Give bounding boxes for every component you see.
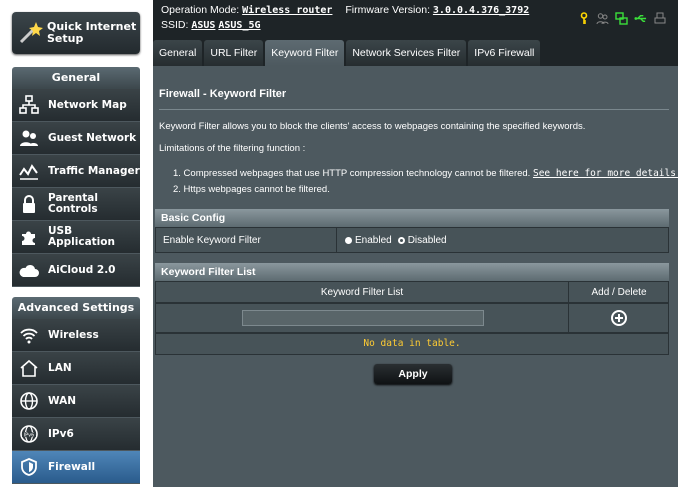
cell-divider bbox=[336, 228, 337, 252]
tab-keyword-filter[interactable]: Keyword Filter bbox=[265, 40, 345, 66]
traffic-manager-icon bbox=[18, 160, 40, 182]
menu-label: USB Application bbox=[48, 225, 115, 248]
operation-mode-line: Operation Mode: Wireless router Firmware… bbox=[161, 4, 529, 16]
magic-wand-icon bbox=[17, 19, 43, 47]
ssid-label: SSID: bbox=[161, 19, 189, 31]
menu-label: IPv6 bbox=[48, 427, 74, 440]
globe-icon bbox=[18, 390, 40, 412]
intro-text: Keyword Filter allows you to block the c… bbox=[159, 121, 586, 132]
menu-item-guest-network[interactable]: Guest Network bbox=[12, 122, 140, 155]
advanced-settings-header: Advanced Settings bbox=[12, 297, 140, 319]
keyword-filter-list-header: Keyword Filter List bbox=[155, 263, 669, 281]
menu-label: LAN bbox=[48, 361, 72, 374]
note-1-text: 1. Compressed webpages that use HTTP com… bbox=[173, 168, 531, 179]
tab-network-services-filter[interactable]: Network Services Filter bbox=[346, 40, 467, 66]
basic-config-header: Basic Config bbox=[155, 209, 669, 227]
radio-selected-icon bbox=[345, 236, 352, 244]
key-icon[interactable] bbox=[577, 12, 590, 25]
disabled-label: Disabled bbox=[407, 234, 447, 246]
ssid-2g-link[interactable]: ASUS bbox=[191, 20, 215, 31]
add-keyword-button[interactable] bbox=[611, 310, 627, 326]
enabled-radio[interactable]: Enabled bbox=[345, 235, 392, 246]
keyword-input[interactable] bbox=[242, 310, 484, 326]
menu-item-parental-controls[interactable]: Parental Controls bbox=[12, 188, 140, 221]
menu-label: Network Map bbox=[48, 98, 127, 111]
enable-keyword-filter-label: Enable Keyword Filter bbox=[163, 234, 261, 246]
content-panel: Firewall - Keyword Filter Keyword Filter… bbox=[153, 66, 678, 487]
enable-keyword-filter-row: Enable Keyword Filter Enabled Disabled bbox=[155, 227, 669, 253]
menu-item-aicloud[interactable]: AiCloud 2.0 bbox=[12, 254, 140, 287]
no-data-message: No data in table. bbox=[155, 333, 669, 355]
note-2: 2. Https webpages cannot be filtered. bbox=[173, 184, 330, 195]
menu-item-usb-application[interactable]: USB Application bbox=[12, 221, 140, 254]
tab-bar: General URL Filter Keyword Filter Networ… bbox=[153, 40, 678, 66]
menu-label: AiCloud 2.0 bbox=[48, 263, 116, 276]
menu-label: WAN bbox=[48, 394, 77, 407]
tab-general[interactable]: General bbox=[153, 40, 203, 66]
divider bbox=[159, 109, 669, 110]
tab-url-filter[interactable]: URL Filter bbox=[204, 40, 264, 66]
menu-label: Firewall bbox=[48, 460, 96, 473]
svg-text:IPv6: IPv6 bbox=[24, 433, 35, 439]
quick-internet-setup-button[interactable]: Quick Internet Setup bbox=[12, 12, 140, 54]
menu-label: Guest Network bbox=[48, 131, 137, 144]
list-column-headers: Keyword Filter List Add / Delete bbox=[155, 281, 669, 303]
column-keyword-filter-list: Keyword Filter List bbox=[320, 286, 404, 298]
menu-label: Wireless bbox=[48, 328, 99, 341]
clients-icon[interactable] bbox=[596, 12, 609, 25]
keyword-input-row bbox=[155, 303, 669, 333]
tab-ipv6-firewall[interactable]: IPv6 Firewall bbox=[468, 40, 541, 66]
shield-icon bbox=[18, 456, 40, 478]
menu-item-firewall[interactable]: Firewall bbox=[12, 451, 140, 484]
menu-label: Parental Controls bbox=[48, 192, 98, 215]
sidebar: Quick Internet Setup General Network Map… bbox=[0, 0, 153, 487]
internet-status-icon[interactable] bbox=[615, 12, 628, 25]
enabled-label: Enabled bbox=[355, 234, 392, 246]
puzzle-icon bbox=[18, 226, 40, 248]
menu-item-network-map[interactable]: Network Map bbox=[12, 89, 140, 122]
cell-divider bbox=[568, 304, 569, 332]
top-status-bar: Operation Mode: Wireless router Firmware… bbox=[153, 0, 678, 40]
menu-item-traffic-manager[interactable]: Traffic Manager bbox=[12, 155, 140, 188]
column-add-delete: Add / Delete bbox=[591, 286, 647, 298]
guest-network-icon bbox=[18, 127, 40, 149]
more-details-link[interactable]: See here for more details. bbox=[533, 168, 678, 179]
menu-item-lan[interactable]: LAN bbox=[12, 352, 140, 385]
home-icon bbox=[18, 357, 40, 379]
operation-mode-label: Operation Mode: bbox=[161, 4, 240, 16]
wifi-icon bbox=[18, 324, 40, 346]
radio-unselected-icon bbox=[397, 236, 405, 244]
disabled-radio[interactable]: Disabled bbox=[397, 234, 447, 246]
general-section-header: General bbox=[12, 67, 140, 89]
menu-item-ipv6[interactable]: IPv6 IPv6 bbox=[12, 418, 140, 451]
firmware-label: Firmware Version: bbox=[345, 4, 430, 16]
status-icons bbox=[577, 12, 666, 25]
ssid-line: SSID: ASUS ASUS_5G bbox=[161, 19, 261, 31]
enable-radio-group: Enabled Disabled bbox=[345, 228, 447, 252]
ipv6-globe-icon: IPv6 bbox=[18, 423, 40, 445]
usb-icon[interactable] bbox=[634, 12, 647, 25]
menu-item-wireless[interactable]: Wireless bbox=[12, 319, 140, 352]
apply-button[interactable]: Apply bbox=[374, 364, 452, 384]
menu-label: Traffic Manager bbox=[48, 164, 140, 177]
plus-icon bbox=[615, 314, 623, 322]
limitations-text: Limitations of the filtering function : bbox=[159, 143, 306, 154]
page-title: Firewall - Keyword Filter bbox=[159, 88, 287, 100]
printer-icon[interactable] bbox=[653, 12, 666, 25]
quick-internet-setup-label: Quick Internet Setup bbox=[47, 20, 137, 45]
menu-item-wan[interactable]: WAN bbox=[12, 385, 140, 418]
firmware-link[interactable]: 3.0.0.4.376_3792 bbox=[433, 5, 529, 16]
ssid-5g-link[interactable]: ASUS_5G bbox=[218, 20, 260, 31]
operation-mode-link[interactable]: Wireless router bbox=[242, 5, 332, 16]
cloud-icon bbox=[18, 259, 40, 281]
note-1: 1. Compressed webpages that use HTTP com… bbox=[173, 168, 678, 179]
network-map-icon bbox=[18, 94, 40, 116]
lock-icon bbox=[18, 193, 40, 215]
